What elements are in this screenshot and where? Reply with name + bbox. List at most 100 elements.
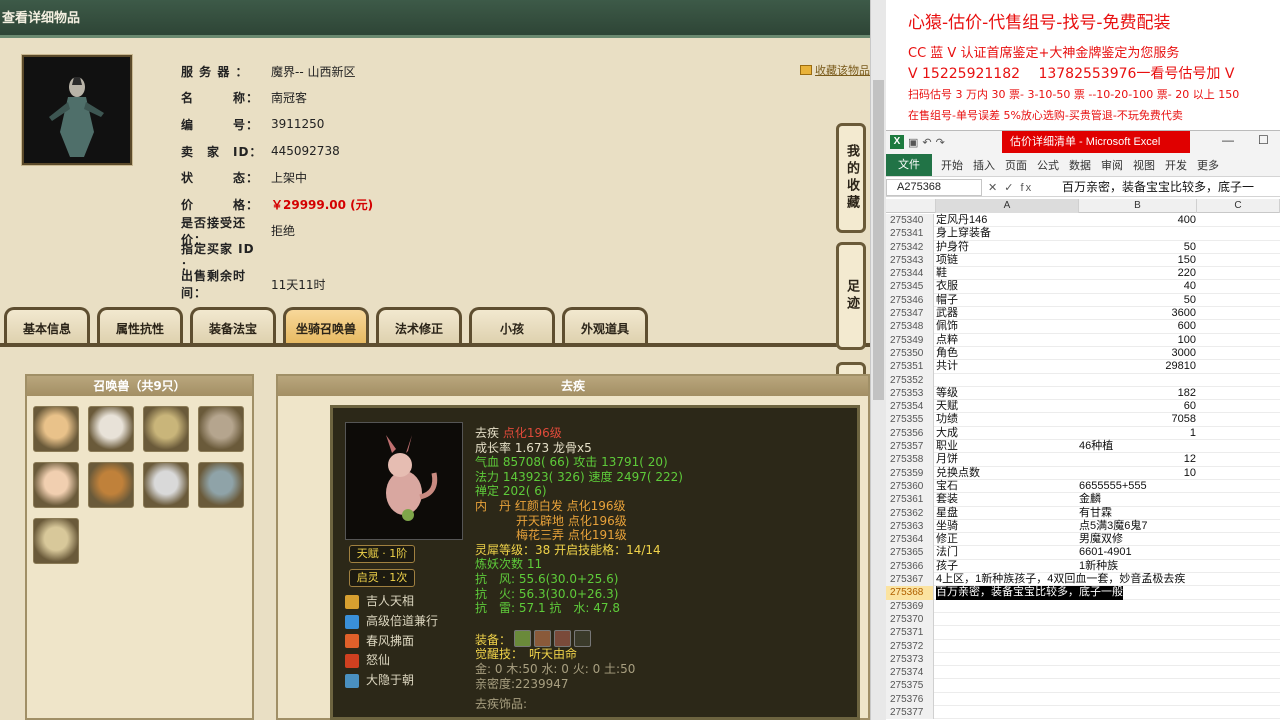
row-number[interactable]: 275349 — [886, 333, 934, 347]
row-number[interactable]: 275357 — [886, 440, 934, 454]
row-number[interactable]: 275361 — [886, 493, 934, 507]
cell-a[interactable]: 点粹 — [936, 334, 1078, 347]
ribbon-tab[interactable]: 审阅 — [1096, 157, 1128, 173]
row-number[interactable]: 275347 — [886, 307, 934, 321]
row-number[interactable]: 275353 — [886, 386, 934, 401]
cell-a[interactable]: 坐骑 — [936, 520, 1078, 533]
row-number[interactable]: 275363 — [886, 519, 934, 534]
ribbon-tab[interactable]: 视图 — [1128, 157, 1160, 173]
cell-b[interactable]: 7058 — [1079, 413, 1196, 426]
collect-link[interactable]: 收藏该物品 — [800, 62, 870, 78]
cell-a[interactable]: 4上区，1新种族孩子，4双回血一套，妙音孟极去疾 — [936, 573, 1185, 586]
cell-b[interactable]: 46种植 — [1079, 440, 1196, 453]
row-number[interactable]: 275366 — [886, 559, 934, 574]
row-number[interactable]: 275370 — [886, 612, 934, 627]
cell-a[interactable]: 定风丹146 — [936, 214, 1078, 227]
row-number[interactable]: 275351 — [886, 360, 934, 374]
select-all-corner[interactable] — [886, 199, 936, 213]
row-number[interactable]: 275350 — [886, 346, 934, 361]
cell-a[interactable]: 大成 — [936, 427, 1078, 440]
cell-a[interactable]: 宝石 — [936, 480, 1078, 493]
cell-a[interactable]: 星盘 — [936, 507, 1078, 520]
row-number[interactable]: 275343 — [886, 253, 934, 268]
row-number[interactable]: 275373 — [886, 652, 934, 667]
cell-b[interactable]: 50 — [1079, 294, 1196, 307]
cell-a[interactable]: 佩饰 — [936, 320, 1078, 333]
cell-b[interactable]: 60 — [1079, 400, 1196, 413]
ribbon-tab[interactable]: 公式 — [1032, 157, 1064, 173]
cell-b[interactable]: 220 — [1079, 267, 1196, 280]
row-number[interactable]: 275367 — [886, 573, 934, 587]
cell-a[interactable]: 帽子 — [936, 294, 1078, 307]
cell-b[interactable]: 400 — [1079, 214, 1196, 227]
cell-b[interactable]: 1 — [1079, 427, 1196, 440]
tab-1[interactable]: 属性抗性 — [97, 307, 183, 345]
skill-item[interactable]: 怒仙 — [345, 651, 438, 671]
cell-b[interactable]: 3000 — [1079, 347, 1196, 360]
tab-4[interactable]: 法术修正 — [376, 307, 462, 345]
pet-thumbnail[interactable] — [33, 518, 79, 564]
row-number[interactable]: 275355 — [886, 413, 934, 427]
pet-thumbnail[interactable] — [198, 462, 244, 508]
save-icon[interactable]: ▣ — [908, 136, 918, 149]
row-number[interactable]: 275372 — [886, 639, 934, 653]
cell-a[interactable]: 衣服 — [936, 280, 1078, 293]
cell-b[interactable]: 182 — [1079, 387, 1196, 400]
cell-a[interactable]: 百万亲密，装备宝宝比较多，底子一般 — [936, 586, 1123, 600]
equip-slot-1[interactable] — [514, 629, 532, 647]
row-number[interactable]: 275354 — [886, 400, 934, 414]
equip-slot-2[interactable] — [534, 629, 552, 647]
cell-a[interactable]: 职业 — [936, 440, 1078, 453]
skill-item[interactable]: 高级倍道兼行 — [345, 612, 438, 632]
column-header-b[interactable]: B — [1079, 199, 1197, 213]
ribbon-tab[interactable]: 插入 — [968, 157, 1000, 173]
cell-a[interactable]: 孩子 — [936, 560, 1078, 573]
row-number[interactable]: 275345 — [886, 280, 934, 294]
column-header-c[interactable]: C — [1197, 199, 1280, 213]
equip-slot-4[interactable] — [574, 629, 592, 647]
ribbon-tab[interactable]: 数据 — [1064, 157, 1096, 173]
undo-icon[interactable]: ↶ — [922, 136, 931, 149]
ribbon-tab[interactable]: 更多 — [1192, 157, 1224, 173]
equip-slot-3[interactable] — [554, 629, 572, 647]
pet-thumbnail[interactable] — [143, 462, 189, 508]
row-number[interactable]: 275346 — [886, 293, 934, 308]
tab-file[interactable]: 文件 — [886, 153, 932, 176]
column-header-a[interactable]: A — [936, 199, 1079, 213]
pet-thumbnail[interactable] — [33, 406, 79, 452]
cell-b[interactable]: 6655555+555 — [1079, 480, 1196, 493]
row-number[interactable]: 275360 — [886, 479, 934, 494]
cell-a[interactable]: 项链 — [936, 254, 1078, 267]
pet-thumbnail[interactable] — [88, 462, 134, 508]
row-number[interactable]: 275377 — [886, 705, 934, 720]
tab-6[interactable]: 外观道具 — [562, 307, 648, 345]
row-number[interactable]: 275375 — [886, 679, 934, 693]
cell-a[interactable]: 共计 — [936, 360, 1078, 373]
cell-b[interactable]: 150 — [1079, 254, 1196, 267]
ribbon-tab[interactable]: 开发 — [1160, 157, 1192, 173]
tab-3[interactable]: 坐骑召唤兽 — [283, 307, 369, 345]
cell-a[interactable]: 月饼 — [936, 453, 1078, 466]
row-number[interactable]: 275358 — [886, 453, 934, 467]
row-number[interactable]: 275376 — [886, 692, 934, 706]
redo-icon[interactable]: ↷ — [936, 136, 945, 149]
skill-item[interactable]: 春风拂面 — [345, 632, 438, 652]
cell-a[interactable]: 鞋 — [936, 267, 1078, 280]
cell-a[interactable]: 套装 — [936, 493, 1078, 506]
cell-a[interactable]: 修正 — [936, 533, 1078, 546]
skill-item[interactable]: 吉人天相 — [345, 592, 438, 612]
cell-a[interactable]: 角色 — [936, 347, 1078, 360]
cell-a[interactable]: 护身符 — [936, 241, 1078, 254]
cell-b[interactable]: 600 — [1079, 320, 1196, 333]
cell-a[interactable]: 法门 — [936, 546, 1078, 559]
row-number[interactable]: 275348 — [886, 320, 934, 334]
row-number[interactable]: 275364 — [886, 533, 934, 547]
side-my-favorites[interactable]: 我的收藏 — [836, 123, 866, 233]
row-number[interactable]: 275362 — [886, 506, 934, 520]
cell-b[interactable]: 12 — [1079, 453, 1196, 466]
cell-b[interactable]: 10 — [1079, 467, 1196, 480]
ribbon-tab[interactable]: 开始 — [936, 157, 968, 173]
row-number[interactable]: 275342 — [886, 240, 934, 254]
row-number[interactable]: 275352 — [886, 373, 934, 387]
cell-a[interactable]: 等级 — [936, 387, 1078, 400]
